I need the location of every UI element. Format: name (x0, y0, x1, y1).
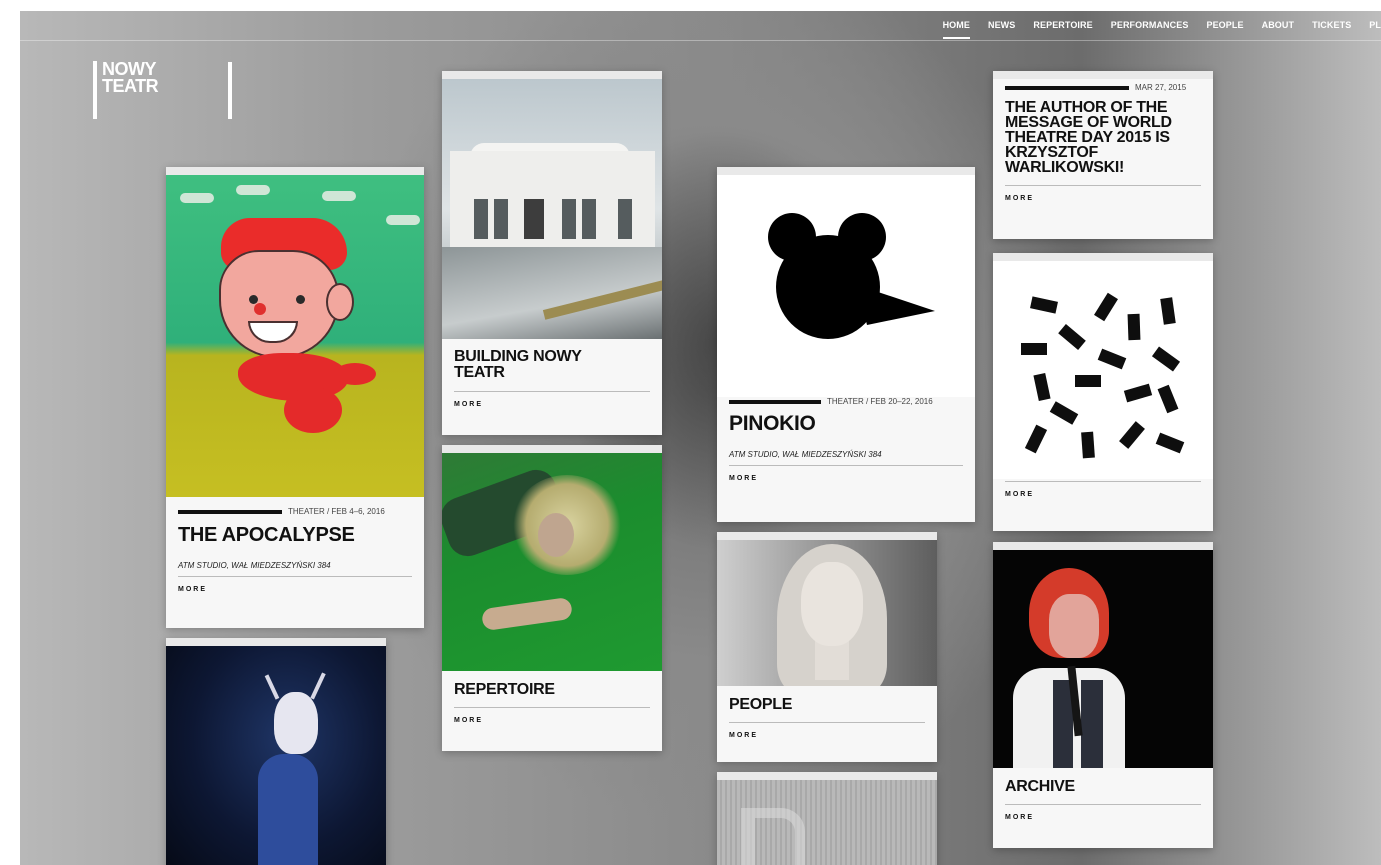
repertoire-more-link[interactable]: MORE (454, 717, 650, 724)
card-pinokio[interactable]: THEATER / FEB 20–22, 2016 PINOKIO ATM ST… (717, 167, 975, 522)
apocalypse-more-link[interactable]: MORE (178, 586, 412, 593)
nav-repertoire[interactable]: REPERTOIRE (1033, 20, 1092, 39)
card-partial[interactable] (717, 772, 937, 865)
people-image (717, 540, 937, 686)
news-title: THE AUTHOR OF THE MESSAGE OF WORLD THEAT… (1005, 99, 1172, 176)
confetti-more-link[interactable]: MORE (1005, 491, 1201, 498)
apocalypse-meta: THEATER / FEB 4–6, 2016 (288, 507, 385, 516)
card-apocalypse[interactable]: THEATER / FEB 4–6, 2016 THE APOCALYPSE A… (166, 167, 424, 628)
card-building[interactable]: BUILDING NOWY TEATR MORE (442, 71, 662, 435)
nav-home[interactable]: HOME (942, 20, 970, 39)
people-more-link[interactable]: MORE (729, 732, 925, 739)
building-more-link[interactable]: MORE (454, 401, 650, 408)
nav-performances[interactable]: PERFORMANCES (1111, 20, 1189, 39)
deer-image (166, 646, 386, 865)
people-title: PEOPLE (729, 696, 793, 713)
card-confetti[interactable]: MORE (993, 253, 1213, 531)
pinokio-more-link[interactable]: MORE (729, 475, 963, 482)
card-people[interactable]: PEOPLE MORE (717, 532, 937, 762)
archive-title: ARCHIVE (1005, 778, 1075, 795)
main-nav: HOME NEWS REPERTOIRE PERFORMANCES PEOPLE… (942, 20, 1381, 39)
nav-language-pl[interactable]: PL (1369, 20, 1381, 39)
news-more-link[interactable]: MORE (1005, 195, 1201, 202)
nav-people[interactable]: PEOPLE (1206, 20, 1243, 39)
news-date: MAR 27, 2015 (1135, 83, 1187, 92)
building-title: BUILDING NOWY TEATR (454, 348, 582, 381)
apocalypse-image (166, 175, 424, 497)
card-news[interactable]: MAR 27, 2015 THE AUTHOR OF THE MESSAGE O… (993, 71, 1213, 239)
nav-tickets[interactable]: TICKETS (1312, 20, 1351, 39)
card-archive[interactable]: ARCHIVE MORE (993, 542, 1213, 848)
header-divider (20, 40, 1381, 41)
partial-card-image (717, 780, 937, 865)
apocalypse-title: THE APOCALYPSE (178, 524, 355, 546)
pinokio-venue: ATM STUDIO, WAŁ MIEDZESZYŃSKI 384 (729, 450, 963, 466)
nav-news[interactable]: NEWS (988, 20, 1015, 39)
repertoire-title: REPERTOIRE (454, 681, 555, 698)
logo-bar (228, 62, 232, 119)
archive-image (993, 550, 1213, 768)
card-repertoire[interactable]: REPERTOIRE MORE (442, 445, 662, 751)
pinokio-image (717, 175, 975, 397)
apocalypse-venue: ATM STUDIO, WAŁ MIEDZESZYŃSKI 384 (178, 561, 412, 577)
archive-more-link[interactable]: MORE (1005, 814, 1201, 821)
hero-background: HOME NEWS REPERTOIRE PERFORMANCES PEOPLE… (20, 11, 1381, 865)
nav-about[interactable]: ABOUT (1262, 20, 1295, 39)
confetti-image (993, 261, 1213, 479)
mouse-nose-icon (768, 213, 935, 339)
pinokio-meta: THEATER / FEB 20–22, 2016 (827, 397, 933, 406)
card-deer[interactable] (166, 638, 386, 865)
pinokio-title: PINOKIO (729, 412, 816, 435)
repertoire-image (442, 453, 662, 671)
building-image (442, 79, 662, 339)
site-logo[interactable]: NOWY TEATR (93, 60, 159, 119)
logo-line-2: TEATR (102, 76, 159, 96)
